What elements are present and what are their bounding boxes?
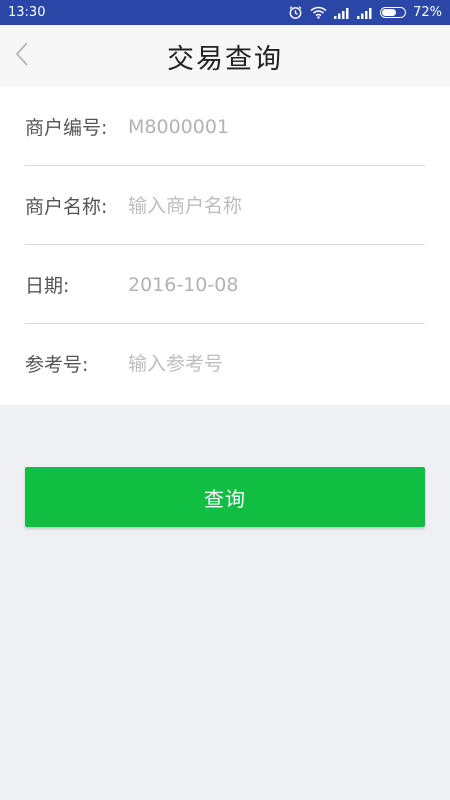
status-time: 13:30 (8, 5, 46, 20)
battery-percent: 72% (413, 5, 442, 20)
merchant-id-row: 商户编号: M8000001 (0, 87, 450, 166)
merchant-name-row: 商户名称: (0, 166, 450, 245)
merchant-id-label: 商户编号: (25, 117, 108, 139)
date-label: 日期: (25, 275, 70, 297)
reference-input[interactable] (128, 352, 408, 375)
query-form: 商户编号: M8000001 商户名称: 日期: 2016-10-08 参考号: (0, 87, 450, 405)
signal-icon (357, 7, 373, 19)
status-icons: 72% (288, 5, 442, 20)
query-button[interactable]: 查询 (25, 467, 425, 527)
date-row[interactable]: 日期: 2016-10-08 (0, 245, 450, 324)
status-bar: 13:30 72% (0, 0, 450, 25)
wifi-icon (310, 6, 327, 19)
merchant-name-input[interactable] (128, 194, 408, 217)
merchant-id-value: M8000001 (128, 115, 230, 138)
reference-label: 参考号: (25, 354, 89, 376)
reference-row: 参考号: (0, 324, 450, 403)
nav-bar: 交易查询 (0, 25, 450, 87)
date-value[interactable]: 2016-10-08 (128, 274, 238, 296)
alarm-icon (288, 5, 303, 20)
page-title: 交易查询 (167, 43, 283, 75)
signal-icon (334, 7, 350, 19)
merchant-name-label: 商户名称: (25, 196, 108, 218)
battery-icon (380, 7, 407, 18)
